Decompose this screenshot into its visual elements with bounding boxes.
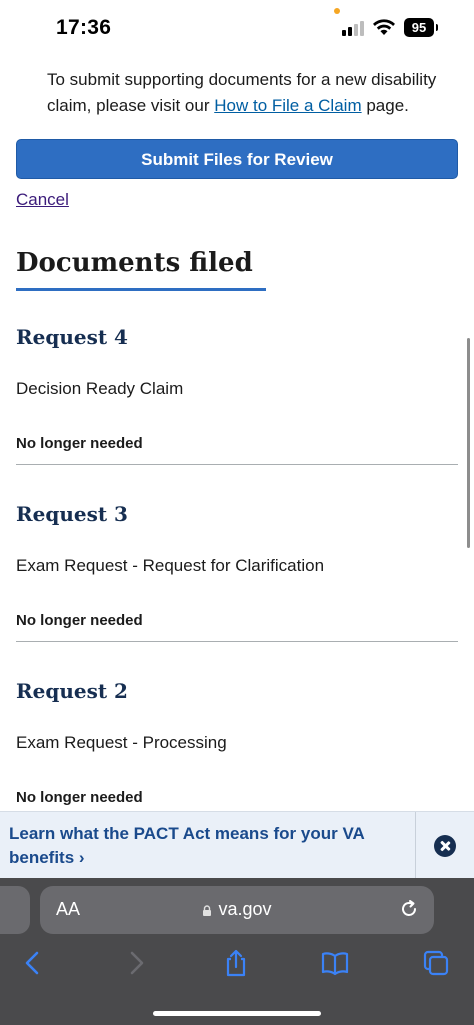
request-status: No longer needed bbox=[16, 435, 143, 452]
cancel-link[interactable]: Cancel bbox=[16, 190, 69, 210]
previous-tab-preview[interactable] bbox=[0, 886, 30, 934]
close-icon[interactable] bbox=[434, 835, 456, 857]
back-icon[interactable] bbox=[18, 948, 48, 978]
how-to-file-claim-link[interactable]: How to File a Claim bbox=[214, 96, 361, 115]
lock-icon bbox=[203, 905, 212, 916]
url-text: va.gov bbox=[218, 899, 272, 919]
share-icon[interactable] bbox=[221, 948, 251, 978]
scrollbar[interactable] bbox=[467, 338, 470, 548]
request-title: Request 2 bbox=[16, 679, 128, 703]
tabs-icon[interactable] bbox=[421, 948, 451, 978]
request-title: Request 3 bbox=[16, 502, 128, 526]
request-description: Decision Ready Claim bbox=[16, 379, 184, 398]
chevron-right-icon: › bbox=[78, 848, 85, 867]
signal-icon bbox=[342, 20, 366, 36]
browser-nav bbox=[0, 946, 474, 986]
forward-icon[interactable] bbox=[121, 948, 151, 978]
divider bbox=[16, 641, 458, 642]
divider bbox=[16, 464, 458, 465]
status-time: 17:36 bbox=[56, 16, 112, 39]
request-description: Exam Request - Processing bbox=[16, 733, 227, 752]
documents-filed-heading: Documents filed bbox=[16, 248, 253, 278]
pact-act-link[interactable]: Learn what the PACT Act means for your V… bbox=[9, 822, 389, 870]
wifi-icon bbox=[373, 19, 395, 35]
url-display[interactable]: va.gov bbox=[40, 899, 434, 920]
status-bar: 17:36 95 bbox=[0, 0, 474, 58]
pact-act-banner: Learn what the PACT Act means for your V… bbox=[0, 811, 474, 879]
request-title: Request 4 bbox=[16, 325, 128, 349]
reload-icon[interactable] bbox=[398, 898, 420, 920]
submit-files-button[interactable]: Submit Files for Review bbox=[16, 139, 458, 179]
intro-text-after: page. bbox=[361, 96, 409, 115]
intro-text: To submit supporting documents for a new… bbox=[47, 67, 457, 119]
home-indicator[interactable] bbox=[153, 1011, 321, 1016]
bookmarks-icon[interactable] bbox=[320, 948, 350, 978]
heading-underline bbox=[16, 288, 266, 291]
banner-divider bbox=[415, 812, 416, 879]
privacy-indicator bbox=[334, 8, 340, 14]
address-bar[interactable]: AA va.gov bbox=[40, 886, 434, 934]
pact-act-link-text: Learn what the PACT Act means for your V… bbox=[9, 824, 365, 867]
request-status: No longer needed bbox=[16, 612, 143, 629]
battery-icon: 95 bbox=[404, 18, 438, 37]
browser-toolbar: AA va.gov bbox=[0, 878, 474, 1025]
request-status: No longer needed bbox=[16, 789, 143, 806]
request-description: Exam Request - Request for Clarification bbox=[16, 556, 325, 575]
